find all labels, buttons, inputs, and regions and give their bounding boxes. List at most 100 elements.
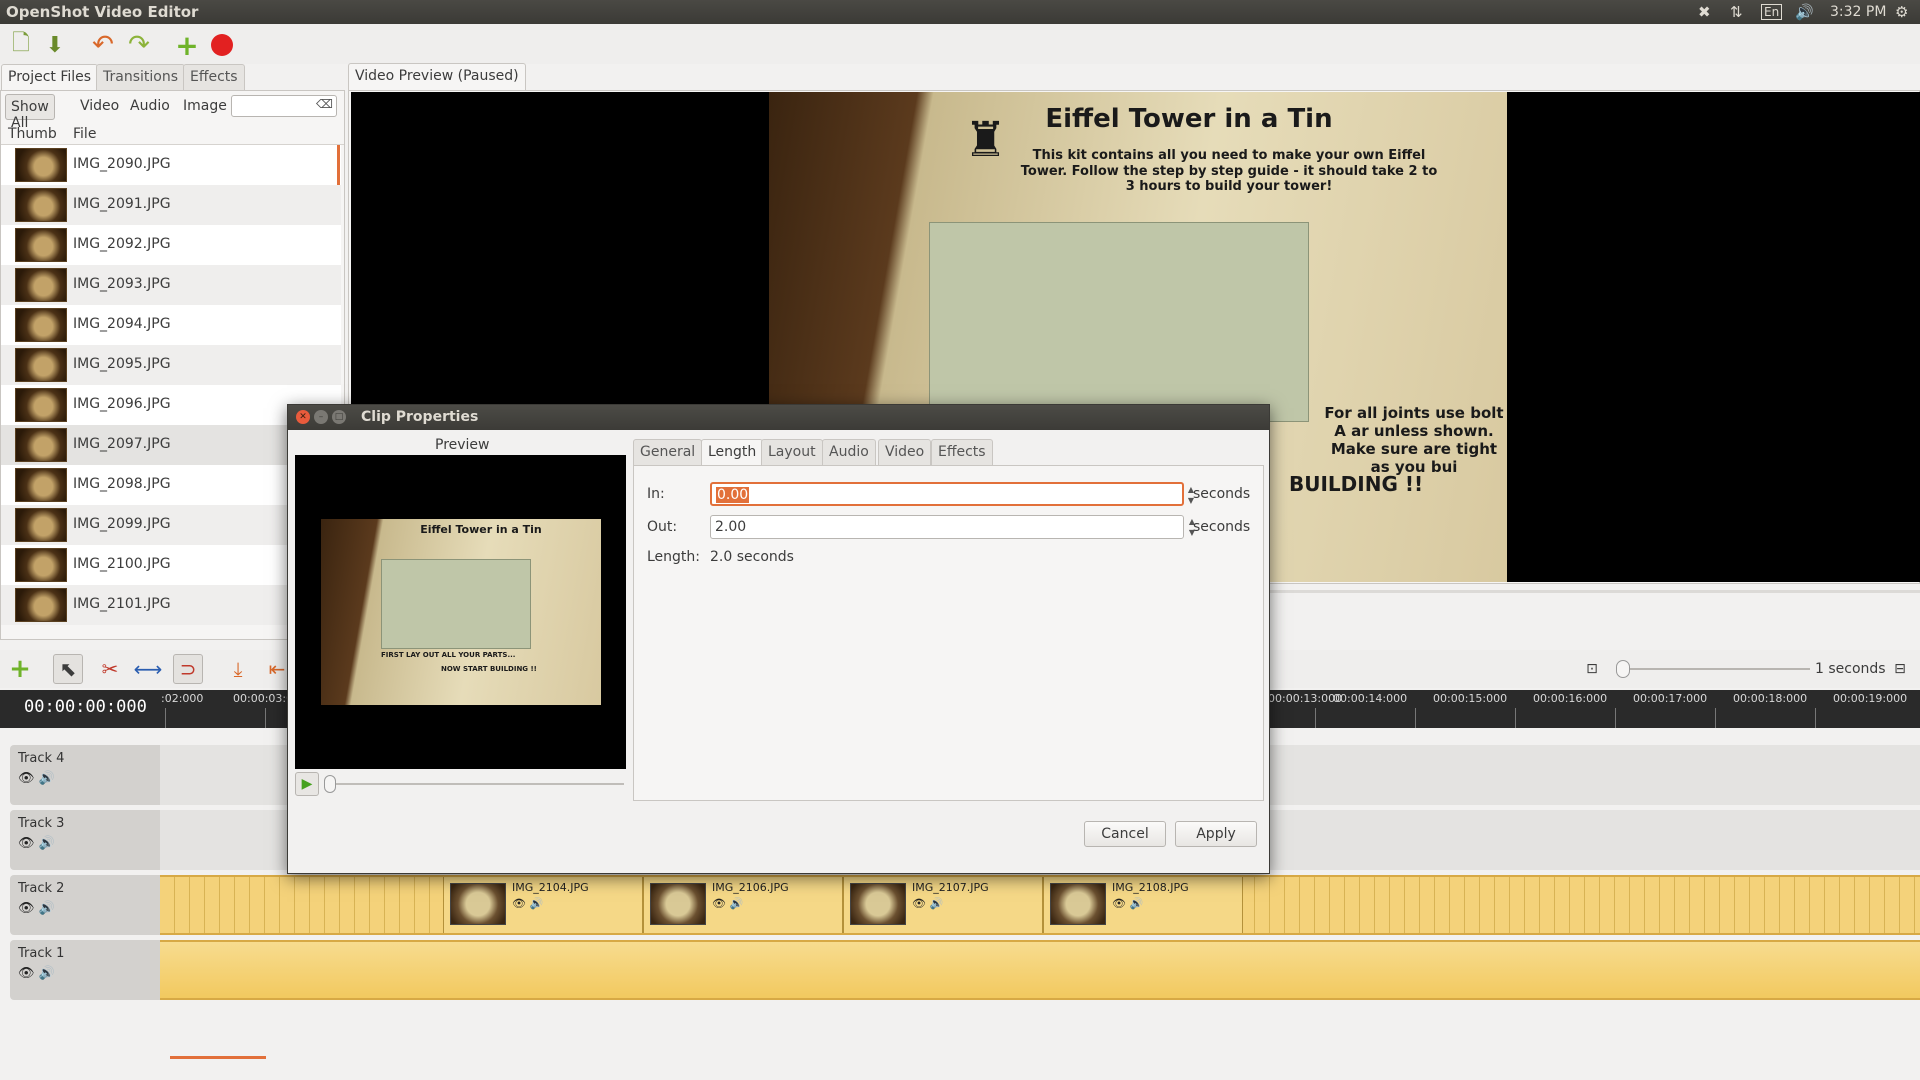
audio-speaker-icon[interactable]: 🔊 xyxy=(39,771,55,786)
file-row[interactable]: IMG_2092.JPG xyxy=(1,225,341,265)
audio-speaker-icon[interactable]: 🔊 xyxy=(1129,897,1143,910)
parts-sheet xyxy=(929,222,1309,422)
cancel-button[interactable]: Cancel xyxy=(1084,821,1166,847)
timeline-clip[interactable]: IMG_2104.JPG 👁 🔊 xyxy=(443,877,643,933)
zoom-slider-track[interactable] xyxy=(1620,668,1810,670)
new-project-icon[interactable]: 🗋 xyxy=(6,30,36,60)
timeline-scrollbar[interactable] xyxy=(170,1056,266,1059)
close-icon[interactable]: ✕ xyxy=(296,410,310,424)
file-row[interactable]: IMG_2094.JPG xyxy=(1,305,341,345)
file-row[interactable]: IMG_2095.JPG xyxy=(1,345,341,385)
track-header[interactable]: Track 1 👁 🔊 xyxy=(10,940,160,1000)
timeline-clip[interactable]: IMG_2108.JPG 👁 🔊 xyxy=(1043,877,1243,933)
track-2: Track 2 👁 🔊 IMG_2104.JPG 👁 🔊 IMG_2106.JPG… xyxy=(10,875,1920,935)
timecode: 00:00:00:000 xyxy=(24,697,147,717)
track-header[interactable]: Track 2 👁 🔊 xyxy=(10,875,160,935)
keyboard-layout[interactable]: En xyxy=(1761,4,1783,20)
maximize-icon[interactable]: □ xyxy=(332,410,346,424)
filter-audio[interactable]: Audio xyxy=(125,94,175,120)
visibility-eye-icon[interactable]: 👁 xyxy=(18,966,35,981)
settings-gear-icon[interactable]: ⚙ xyxy=(1895,3,1908,21)
file-thumbnail xyxy=(15,588,67,622)
file-list-scrollbar[interactable] xyxy=(337,145,340,185)
tab-layout[interactable]: Layout xyxy=(761,439,823,465)
audio-speaker-icon[interactable]: 🔊 xyxy=(39,966,55,981)
column-thumb[interactable]: Thumb xyxy=(8,126,57,142)
clear-search-icon[interactable]: ⌫ xyxy=(316,97,333,111)
visibility-eye-icon[interactable]: 👁 xyxy=(18,771,35,786)
volume-icon[interactable]: 🔊 xyxy=(1795,3,1814,21)
file-row[interactable]: IMG_2091.JPG xyxy=(1,185,341,225)
snapping-magnet-icon[interactable]: ⊃ xyxy=(173,654,203,684)
in-value: 0.00 xyxy=(716,487,750,503)
add-marker-icon[interactable]: ⤓ xyxy=(223,654,253,684)
tab-video-preview[interactable]: Video Preview (Paused) xyxy=(348,63,526,90)
undo-icon[interactable]: ↶ xyxy=(88,30,118,60)
top-panel: OpenShot Video Editor ✖ ⇅ En 🔊 3:32 PM ⚙ xyxy=(0,0,1920,24)
out-spinbox[interactable]: 2.00 ▲ ▼ xyxy=(710,515,1195,539)
timeline-clip[interactable]: IMG_2106.JPG 👁 🔊 xyxy=(643,877,843,933)
file-row[interactable]: IMG_2090.JPG xyxy=(1,145,341,185)
audio-speaker-icon[interactable]: 🔊 xyxy=(39,836,55,851)
tab-effects[interactable]: Effects xyxy=(183,64,245,90)
column-file[interactable]: File xyxy=(73,126,96,142)
ruler-tick-label: 00:00:13:000 xyxy=(1268,692,1343,705)
preview-seek-handle[interactable] xyxy=(324,775,336,793)
file-thumbnail xyxy=(15,228,67,262)
filter-image[interactable]: Image xyxy=(178,94,232,120)
preview-seek-track[interactable] xyxy=(326,783,624,785)
select-pointer-icon[interactable]: ⬉ xyxy=(53,654,83,684)
resize-clip-icon[interactable]: ⟷ xyxy=(133,654,163,684)
file-thumbnail xyxy=(15,428,67,462)
clock[interactable]: 3:32 PM xyxy=(1830,4,1886,20)
filter-video[interactable]: Video xyxy=(75,94,124,120)
track-header[interactable]: Track 3 👁 🔊 xyxy=(10,810,160,870)
play-icon[interactable]: ▶ xyxy=(295,772,319,796)
in-spinbox[interactable]: 0.00 ▲ ▼ xyxy=(710,482,1194,506)
redo-icon[interactable]: ↷ xyxy=(124,30,154,60)
export-video-icon[interactable] xyxy=(207,30,237,60)
zoom-slider-handle[interactable] xyxy=(1616,660,1630,678)
visibility-eye-icon[interactable]: 👁 xyxy=(18,901,35,916)
audio-speaker-icon[interactable]: 🔊 xyxy=(39,901,55,916)
track-header[interactable]: Track 4 👁 🔊 xyxy=(10,745,160,805)
visibility-eye-icon[interactable]: 👁 xyxy=(1112,897,1126,910)
visibility-eye-icon[interactable]: 👁 xyxy=(712,897,726,910)
razor-cut-icon[interactable]: ✂ xyxy=(95,654,125,684)
ruler-tick xyxy=(1515,708,1516,728)
network-icon[interactable]: ⇅ xyxy=(1730,3,1743,21)
track-lane[interactable] xyxy=(160,940,1920,1000)
tab-video[interactable]: Video xyxy=(878,439,932,465)
audio-speaker-icon[interactable]: 🔊 xyxy=(529,897,543,910)
file-row[interactable]: IMG_2093.JPG xyxy=(1,265,341,305)
save-project-icon[interactable]: ⬇ xyxy=(40,30,70,60)
minimize-icon[interactable]: – xyxy=(314,410,328,424)
zoom-out-icon[interactable]: ⊡ xyxy=(1577,654,1607,684)
tab-audio[interactable]: Audio xyxy=(822,439,876,465)
visibility-eye-icon[interactable]: 👁 xyxy=(912,897,926,910)
clip-name: IMG_2107.JPG xyxy=(912,881,989,894)
dialog-titlebar[interactable]: ✕ – □ Clip Properties xyxy=(288,405,1269,430)
tab-effects[interactable]: Effects xyxy=(931,439,993,465)
tab-transitions[interactable]: Transitions xyxy=(96,64,185,90)
visibility-eye-icon[interactable]: 👁 xyxy=(18,836,35,851)
visibility-eye-icon[interactable]: 👁 xyxy=(512,897,526,910)
tab-project-files[interactable]: Project Files xyxy=(1,64,99,90)
eiffel-tower-icon: ♜ xyxy=(964,112,1008,168)
ruler-tick xyxy=(1415,708,1416,728)
file-search-input[interactable]: ⌫ xyxy=(231,95,337,117)
tab-general[interactable]: General xyxy=(633,439,703,465)
tab-length[interactable]: Length xyxy=(701,439,764,466)
import-files-icon[interactable]: + xyxy=(172,29,202,62)
file-name: IMG_2096.JPG xyxy=(73,396,171,412)
add-track-icon[interactable]: + xyxy=(5,654,35,684)
track-lane[interactable]: IMG_2104.JPG 👁 🔊 IMG_2106.JPG 👁 🔊 IMG_2107… xyxy=(160,875,1920,935)
timeline-clip[interactable]: IMG_2107.JPG 👁 🔊 xyxy=(843,877,1043,933)
zoom-in-icon[interactable]: ⊟ xyxy=(1885,654,1915,684)
preview-divider xyxy=(1270,590,1920,593)
audio-speaker-icon[interactable]: 🔊 xyxy=(729,897,743,910)
dropbox-icon[interactable]: ✖ xyxy=(1698,3,1711,21)
apply-button[interactable]: Apply xyxy=(1175,821,1257,847)
filter-show-all[interactable]: Show All xyxy=(5,94,55,131)
audio-speaker-icon[interactable]: 🔊 xyxy=(929,897,943,910)
